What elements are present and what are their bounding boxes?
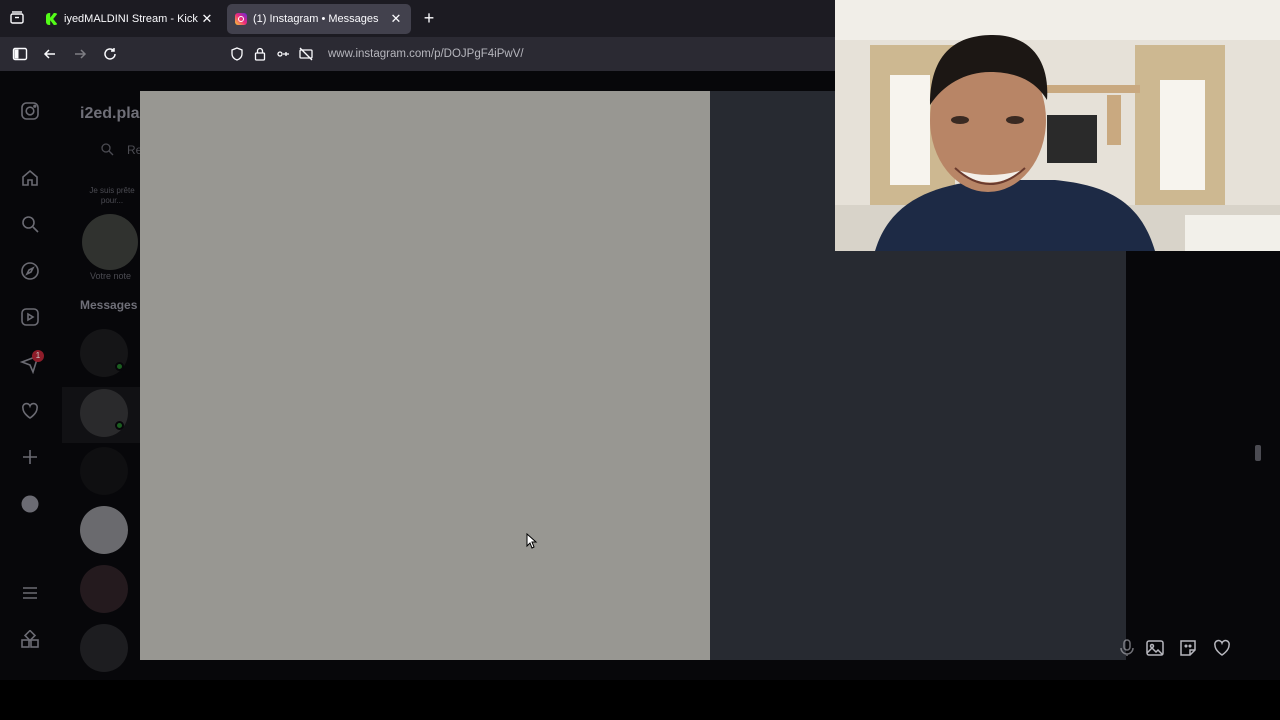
forward-arrow-icon[interactable] [71,45,89,63]
post-image[interactable] [140,91,710,660]
online-indicator [115,362,124,371]
url-bar[interactable]: www.instagram.com/p/DOJPgF4iPwV/ [222,40,835,68]
tab-title: (1) Instagram • Messages [253,13,379,25]
webcam-overlay [835,0,1280,251]
profile-icon[interactable] [20,494,40,514]
webcam-image [835,0,1280,251]
note-bubble[interactable]: Je suis prête pour... [82,186,142,206]
menu-icon[interactable] [20,583,40,603]
messages-heading: Messages [80,298,138,312]
camera-blocked-icon[interactable] [298,46,314,62]
back-arrow-icon[interactable] [41,45,59,63]
note-label: Votre note [90,271,132,281]
sticker-icon[interactable] [1178,638,1198,658]
sidebar-toggle-icon[interactable] [11,45,29,63]
instagram-favicon-icon [235,13,247,25]
bottom-black-bar [0,680,1280,720]
reels-icon[interactable] [20,307,40,327]
image-icon[interactable] [1145,638,1165,658]
tracking-protection-shield-icon[interactable] [229,46,245,62]
url-text[interactable]: www.instagram.com/p/DOJPgF4iPwV/ [328,48,524,60]
tab-instagram-messages[interactable]: (1) Instagram • Messages ✕ [227,4,411,34]
permissions-icon[interactable] [275,46,291,62]
instagram-icon[interactable] [20,101,40,121]
conversation-avatar[interactable] [80,447,128,495]
screen: iyedMALDINI Stream - Kick Da ✕ (1) Insta… [0,0,1280,720]
scrollbar-thumb[interactable] [1255,445,1261,461]
heart-icon[interactable] [1212,638,1232,658]
tab-title: iyedMALDINI Stream - Kick Da [64,13,200,25]
instagram-sidebar: 1 [0,71,62,680]
online-indicator [115,421,124,430]
kick-favicon-icon [46,13,58,25]
browser-nav-bar: www.instagram.com/p/DOJPgF4iPwV/ [0,37,835,71]
list-all-tabs-icon[interactable] [8,9,26,27]
reload-icon[interactable] [101,45,119,63]
heart-icon[interactable] [20,401,40,421]
microphone-icon[interactable] [1117,638,1137,658]
close-tab-icon[interactable]: ✕ [200,11,214,27]
notification-badge: 1 [32,350,44,362]
conversation-avatar[interactable] [80,565,128,613]
inbox-username[interactable]: i2ed.pla [80,105,140,123]
inbox-column: i2ed.pla Re Je suis prête pour... Votre … [62,71,142,680]
conversation-avatar[interactable] [80,506,128,554]
new-tab-button[interactable]: + [420,9,438,27]
browser-tab-bar: iyedMALDINI Stream - Kick Da ✕ (1) Insta… [0,0,835,37]
search-icon [101,143,114,156]
lock-icon[interactable] [252,46,268,62]
create-icon[interactable] [20,447,40,467]
search-icon[interactable] [20,214,40,234]
conversation-avatar[interactable] [80,624,128,672]
explore-icon[interactable] [20,261,40,281]
tab-kick-stream[interactable]: iyedMALDINI Stream - Kick Da ✕ [38,4,222,34]
avatar[interactable] [82,214,138,270]
also-from-meta-icon[interactable] [20,630,40,650]
home-icon[interactable] [20,168,40,188]
close-tab-icon[interactable]: ✕ [389,11,403,27]
mouse-cursor-icon [526,533,538,549]
